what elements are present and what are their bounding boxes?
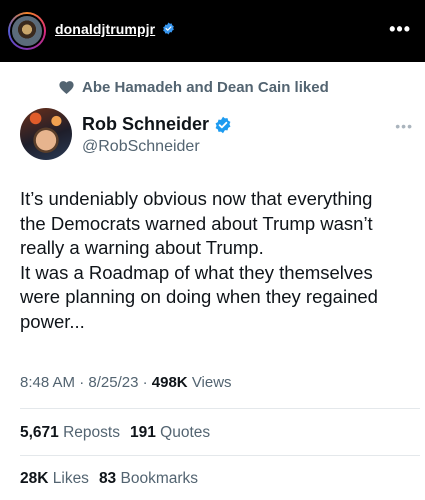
quotes-stat[interactable]: 191 Quotes	[130, 424, 210, 442]
instagram-header: donaldjtrumpjr •••	[0, 0, 425, 62]
tweet-date[interactable]: 8/25/23	[88, 374, 138, 391]
reposts-label: Reposts	[63, 424, 120, 441]
author-name[interactable]: Rob Schneider	[82, 114, 209, 135]
quotes-count: 191	[129, 424, 156, 441]
tweet-text-line: power...	[20, 310, 85, 332]
tweet-time[interactable]: 8:48 AM	[20, 374, 75, 391]
bookmarks-stat[interactable]: 83 Bookmarks	[99, 470, 198, 488]
quotes-label: Quotes	[160, 424, 211, 441]
engagement-stats-row: 28K Likes 83 Bookmarks	[20, 470, 198, 488]
liked-by-text[interactable]: Abe Hamadeh and Dean Cain liked	[82, 79, 329, 96]
tweet-text-line: really a warning about Trump.	[20, 237, 264, 258]
likes-label: Likes	[52, 470, 89, 487]
more-options-icon[interactable]: •••	[389, 20, 411, 38]
views-label: Views	[191, 374, 232, 391]
tweet-text-line: It was a Roadmap of what they themselves	[20, 261, 373, 283]
heart-icon	[59, 81, 74, 95]
reposts-stat[interactable]: 5,671 Reposts	[20, 424, 120, 442]
profile-username[interactable]: donaldjtrumpjr	[55, 21, 155, 37]
divider	[20, 455, 420, 456]
meta-separator: ·	[142, 374, 148, 391]
reposts-count: 5,671	[20, 424, 59, 441]
divider	[20, 408, 420, 409]
tweet-text-line: the Democrats warned about Trump wasn’t	[20, 212, 373, 234]
author-avatar[interactable]	[20, 108, 72, 160]
engagement-stats-row: 5,671 Reposts 191 Quotes	[20, 424, 210, 442]
tweet-more-icon[interactable]: •••	[395, 118, 413, 134]
tweet-text-line: were planning on doing when they regaine…	[20, 286, 378, 307]
meta-separator: ·	[79, 374, 85, 391]
author-handle[interactable]: @RobSchneider	[82, 138, 200, 156]
tweet-text: It’s undeniably obvious now that everyth…	[20, 187, 415, 334]
social-context: Abe Hamadeh and Dean Cain liked	[58, 79, 329, 96]
profile-avatar-image	[10, 14, 44, 48]
author-name-row: Rob Schneider	[82, 114, 232, 135]
likes-stat[interactable]: 28K Likes	[20, 470, 89, 488]
views-count: 498K	[151, 374, 188, 391]
likes-count: 28K	[20, 470, 49, 487]
tweet-text-line: It’s undeniably obvious now that everyth…	[20, 188, 373, 209]
profile-avatar[interactable]	[8, 12, 46, 50]
bookmarks-label: Bookmarks	[120, 470, 199, 487]
verified-badge-icon	[163, 22, 174, 35]
verified-badge-icon	[215, 116, 231, 133]
tweet-meta: 8:48 AM · 8/25/23 · 498K Views	[20, 374, 232, 391]
bookmarks-count: 83	[98, 470, 117, 487]
